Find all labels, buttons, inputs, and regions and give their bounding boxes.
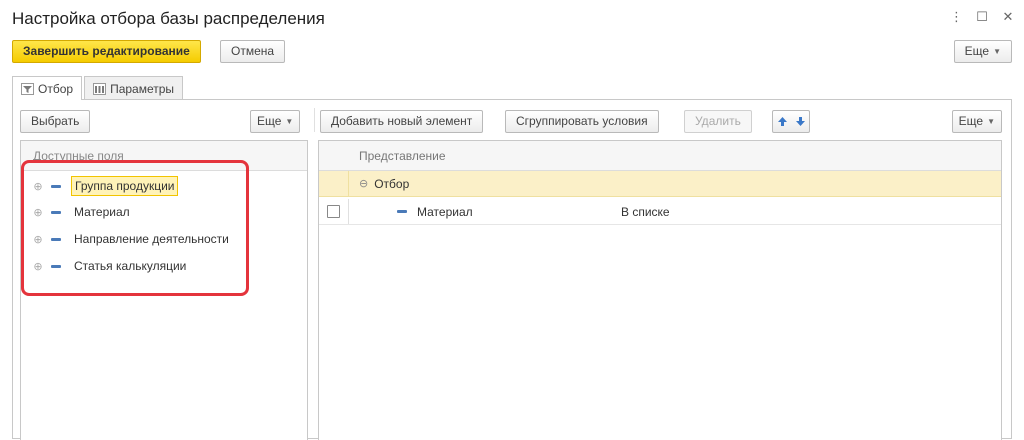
filter-item-row[interactable]: Материал В списке bbox=[319, 199, 1001, 225]
window-controls: ⋮ ☐ ✕ bbox=[950, 8, 1014, 26]
filter-icon bbox=[21, 82, 34, 95]
field-item-material[interactable]: ⊕ Материал bbox=[31, 201, 133, 223]
row-gutter bbox=[319, 171, 349, 196]
tab-filter-label: Отбор bbox=[38, 81, 74, 96]
maximize-icon[interactable]: ☐ bbox=[976, 8, 988, 26]
chevron-down-icon: ▼ bbox=[987, 117, 995, 126]
field-item-product-group[interactable]: ⊕ Группа продукции bbox=[31, 175, 179, 197]
delete-button[interactable]: Удалить bbox=[684, 110, 752, 133]
field-label: Группа продукции bbox=[71, 176, 179, 196]
field-icon bbox=[51, 210, 61, 214]
row-gutter bbox=[319, 199, 349, 224]
expand-icon[interactable]: ⊕ bbox=[31, 206, 45, 219]
field-icon bbox=[397, 210, 407, 213]
available-fields-header: Доступные поля bbox=[21, 141, 307, 171]
close-icon[interactable]: ✕ bbox=[1002, 8, 1014, 26]
more-button-left-label: Еще bbox=[257, 114, 282, 128]
move-buttons bbox=[772, 110, 810, 133]
more-button-left[interactable]: Еще ▼ bbox=[250, 110, 301, 133]
field-label: Направление деятельности bbox=[74, 232, 229, 246]
toolbar-divider bbox=[314, 108, 315, 132]
filter-group-row[interactable]: ⊖ Отбор bbox=[319, 171, 1001, 197]
field-item-activity-direction[interactable]: ⊕ Направление деятельности bbox=[31, 228, 232, 250]
use-checkbox[interactable] bbox=[327, 205, 340, 218]
select-button[interactable]: Выбрать bbox=[20, 110, 91, 133]
move-down-button[interactable] bbox=[791, 111, 809, 132]
chevron-down-icon: ▼ bbox=[285, 117, 294, 126]
add-new-element-button[interactable]: Добавить новый элемент bbox=[320, 110, 484, 133]
window-title: Настройка отбора базы распределения bbox=[12, 9, 325, 28]
filter-item-label: Материал bbox=[417, 204, 473, 219]
finish-editing-button[interactable]: Завершить редактирование bbox=[12, 40, 201, 63]
more-button-right[interactable]: Еще ▼ bbox=[951, 110, 1002, 133]
chevron-down-icon: ▼ bbox=[993, 47, 1001, 56]
filter-conditions-panel: Представление ⊖ Отбор Материал В списке bbox=[318, 140, 1002, 440]
field-item-cost-item[interactable]: ⊕ Статья калькуляции bbox=[31, 255, 189, 277]
cancel-button[interactable]: Отмена bbox=[220, 40, 286, 63]
field-icon bbox=[51, 237, 61, 241]
parameters-icon bbox=[93, 82, 107, 95]
tab-bar: Отбор Параметры bbox=[12, 76, 185, 100]
tab-parameters-label: Параметры bbox=[110, 81, 175, 96]
expand-icon[interactable]: ⊕ bbox=[31, 233, 45, 246]
more-button-right-label: Еще bbox=[958, 114, 984, 128]
arrow-up-icon bbox=[777, 117, 787, 126]
expand-icon[interactable]: ⊕ bbox=[31, 260, 45, 273]
filter-condition[interactable]: В списке bbox=[621, 205, 670, 219]
tab-parameters[interactable]: Параметры bbox=[84, 76, 184, 100]
more-options-icon[interactable]: ⋮ bbox=[950, 8, 963, 26]
representation-header: Представление bbox=[319, 141, 1001, 171]
available-fields-panel: Доступные поля ⊕ Группа продукции ⊕ Мате… bbox=[20, 140, 308, 440]
field-label: Материал bbox=[74, 205, 130, 219]
arrow-down-icon bbox=[795, 117, 805, 126]
filter-group-label: Отбор bbox=[374, 176, 410, 191]
more-button-top[interactable]: Еще ▼ bbox=[953, 40, 1012, 63]
collapse-icon[interactable]: ⊖ bbox=[359, 177, 368, 190]
group-conditions-button[interactable]: Сгруппировать условия bbox=[505, 110, 659, 133]
field-icon bbox=[51, 184, 61, 188]
move-up-button[interactable] bbox=[773, 111, 791, 132]
more-button-top-label: Еще bbox=[964, 44, 990, 58]
field-icon bbox=[51, 264, 61, 268]
tab-filter[interactable]: Отбор bbox=[12, 76, 83, 100]
expand-icon[interactable]: ⊕ bbox=[31, 180, 45, 193]
field-label: Статья калькуляции bbox=[74, 259, 187, 273]
